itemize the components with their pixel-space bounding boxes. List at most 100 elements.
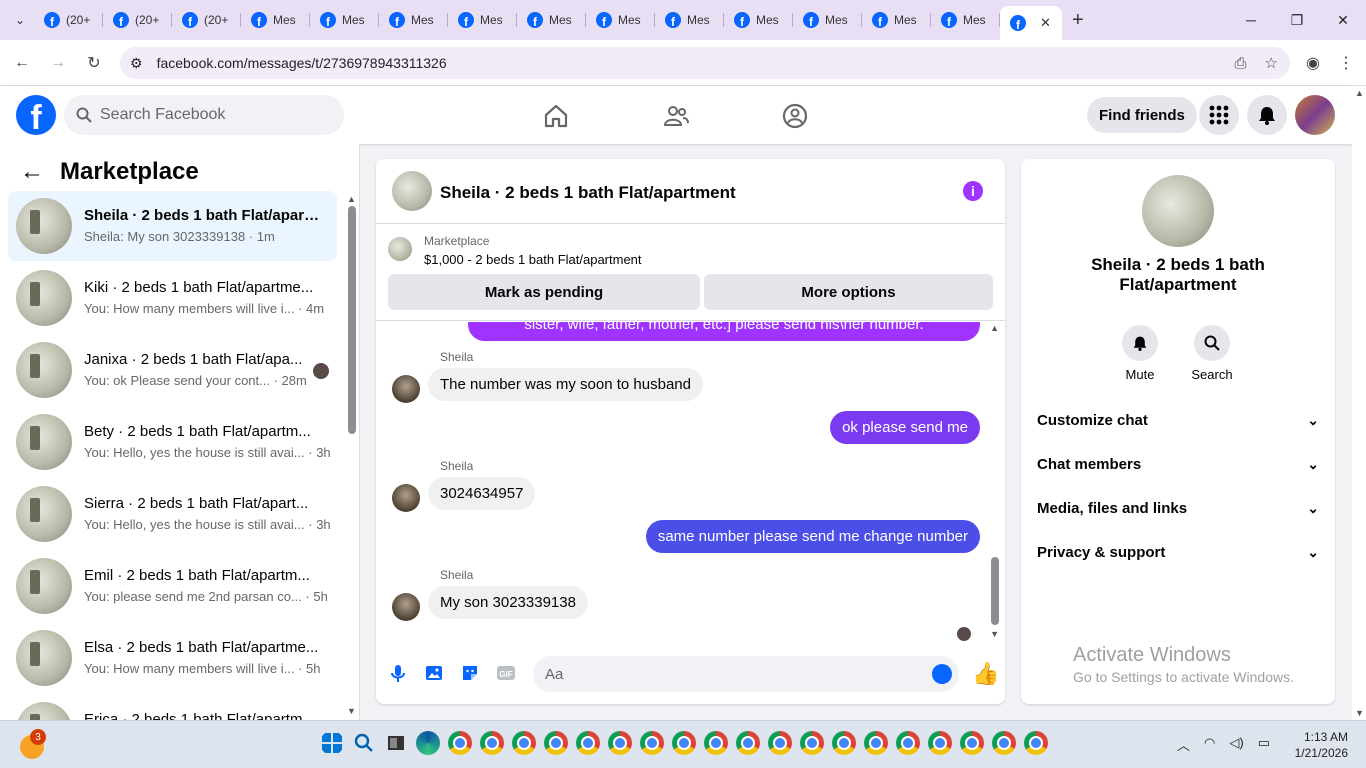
menu-grid-button[interactable] — [1199, 95, 1239, 135]
wifi-icon[interactable]: ◠ — [1204, 735, 1215, 754]
sender-avatar[interactable] — [392, 375, 420, 403]
info-icon[interactable]: i — [963, 181, 983, 201]
chrome-icon[interactable] — [512, 731, 536, 755]
chrome-icon[interactable] — [768, 731, 792, 755]
chrome-icon[interactable] — [640, 731, 664, 755]
mute-button[interactable]: Mute — [1110, 325, 1170, 382]
scroll-down-icon[interactable]: ▼ — [990, 629, 999, 639]
chrome-icon[interactable] — [1024, 731, 1048, 755]
sidebar-scrollbar[interactable] — [348, 206, 356, 434]
browser-tab[interactable]: f Mes — [724, 4, 793, 36]
customize-chat-row[interactable]: Customize chat ⌄ — [1037, 398, 1319, 442]
forward-icon[interactable]: → — [40, 54, 76, 72]
clock[interactable]: 1:13 AM 1/21/2026 — [1295, 729, 1348, 761]
message-input[interactable]: Aa — [533, 656, 959, 692]
chrome-icon[interactable] — [800, 731, 824, 755]
close-window-icon[interactable]: ✕ — [1320, 12, 1366, 29]
reload-icon[interactable]: ↻ — [76, 53, 112, 73]
browser-tab[interactable]: f Mes — [517, 4, 586, 36]
browser-tab[interactable]: f Mes — [931, 4, 1000, 36]
url-bar[interactable]: ⚙ facebook.com/messages/t/27369789433113… — [120, 47, 1290, 79]
browser-tab[interactable]: f Mes — [448, 4, 517, 36]
chrome-icon[interactable] — [736, 731, 760, 755]
chevron-up-icon[interactable]: ︿ — [1177, 735, 1190, 754]
chrome-icon[interactable] — [928, 731, 952, 755]
edge-icon[interactable] — [416, 731, 440, 755]
conversation-item[interactable]: Bety · 2 beds 1 bath Flat/apartm... You: … — [8, 407, 337, 477]
facebook-logo-icon[interactable]: f — [16, 95, 56, 135]
chrome-icon[interactable] — [608, 731, 632, 755]
task-view-icon[interactable] — [384, 731, 408, 755]
chrome-icon[interactable] — [704, 731, 728, 755]
sender-avatar[interactable] — [392, 593, 420, 621]
chrome-icon[interactable] — [544, 731, 568, 755]
search-in-chat-button[interactable]: Search — [1182, 325, 1242, 382]
browser-tab[interactable]: f Mes — [862, 4, 931, 36]
scroll-down-icon[interactable]: ▼ — [347, 706, 356, 716]
browser-tab[interactable]: f (20+ — [34, 4, 103, 36]
notifications-button[interactable] — [1247, 95, 1287, 135]
browser-tab[interactable]: f Mes — [655, 4, 724, 36]
more-options-button[interactable]: More options — [704, 274, 993, 310]
scroll-up-icon[interactable]: ▲ — [1355, 88, 1364, 98]
chat-avatar[interactable] — [392, 171, 432, 211]
sender-avatar[interactable] — [392, 484, 420, 512]
microphone-icon[interactable] — [388, 663, 408, 683]
windows-start-icon[interactable] — [320, 731, 344, 755]
bookmark-star-icon[interactable]: ☆ — [1265, 54, 1278, 72]
browser-tab[interactable]: f (20+ — [103, 4, 172, 36]
conversation-item[interactable]: Kiki · 2 beds 1 bath Flat/apartme... You:… — [8, 263, 337, 333]
chat-scrollbar[interactable] — [991, 557, 999, 625]
emoji-icon[interactable] — [932, 664, 952, 684]
scroll-up-icon[interactable]: ▲ — [990, 323, 999, 333]
thumbs-up-icon[interactable]: 👍 — [972, 661, 999, 687]
conversation-item[interactable]: Emil · 2 beds 1 bath Flat/apartm... You: … — [8, 551, 337, 621]
listing-thumbnail[interactable] — [388, 237, 412, 261]
chrome-icon[interactable] — [896, 731, 920, 755]
friends-icon[interactable] — [662, 102, 690, 130]
chrome-icon[interactable] — [992, 731, 1016, 755]
listing-title[interactable]: $1,000 - 2 beds 1 bath Flat/apartment — [424, 252, 642, 267]
chat-title[interactable]: Sheila · 2 beds 1 bath Flat/apartment — [440, 183, 736, 203]
battery-icon[interactable]: ▭ — [1258, 735, 1270, 754]
chrome-icon[interactable] — [832, 731, 856, 755]
browser-tab[interactable]: f Mes — [586, 4, 655, 36]
chrome-icon[interactable] — [480, 731, 504, 755]
minimize-icon[interactable]: ─ — [1228, 12, 1274, 28]
browser-tab[interactable]: f Mes — [310, 4, 379, 36]
conversation-item[interactable]: Janixa · 2 beds 1 bath Flat/apa... You: o… — [8, 335, 337, 405]
chrome-icon[interactable] — [672, 731, 696, 755]
scroll-down-icon[interactable]: ▼ — [1355, 708, 1364, 718]
new-tab-button[interactable]: + — [1072, 9, 1084, 32]
chrome-icon[interactable] — [448, 731, 472, 755]
chrome-icon[interactable] — [864, 731, 888, 755]
browser-tab[interactable]: f Mes — [241, 4, 310, 36]
back-arrow-icon[interactable]: ← — [20, 158, 44, 186]
home-icon[interactable] — [542, 102, 570, 130]
photo-icon[interactable] — [424, 663, 444, 683]
conversation-item[interactable]: Sheila · 2 beds 1 bath Flat/apart... Shei… — [8, 191, 337, 261]
volume-icon[interactable]: ◁) — [1229, 735, 1243, 754]
gif-icon[interactable]: GIF — [496, 663, 516, 683]
search-icon[interactable] — [352, 731, 376, 755]
conversation-item[interactable]: Erica · 2 beds 1 bath Flat/apartm... — [8, 695, 337, 720]
tab-search-button[interactable]: ⌄ — [6, 6, 34, 34]
find-friends-button[interactable]: Find friends — [1087, 97, 1197, 133]
contact-avatar[interactable] — [1142, 175, 1214, 247]
browser-tab-active[interactable]: f ✕ — [1000, 6, 1062, 40]
search-facebook-input[interactable]: Search Facebook — [64, 95, 344, 135]
profile-icon[interactable]: ◉ — [1306, 53, 1320, 73]
chrome-icon[interactable] — [960, 731, 984, 755]
install-app-icon[interactable]: ⎙ — [1235, 55, 1247, 72]
account-avatar[interactable] — [1295, 95, 1335, 135]
browser-tab[interactable]: f Mes — [793, 4, 862, 36]
restore-icon[interactable]: ❐ — [1274, 12, 1320, 29]
site-info-icon[interactable]: ⚙ — [130, 55, 143, 72]
browser-tab[interactable]: f (20+ — [172, 4, 241, 36]
browser-menu-icon[interactable]: ⋮ — [1338, 53, 1354, 73]
chat-members-row[interactable]: Chat members ⌄ — [1037, 442, 1319, 486]
close-tab-icon[interactable]: ✕ — [1040, 15, 1051, 31]
conversation-item[interactable]: Sierra · 2 beds 1 bath Flat/apart... You:… — [8, 479, 337, 549]
groups-icon[interactable] — [781, 102, 809, 130]
browser-tab[interactable]: f Mes — [379, 4, 448, 36]
